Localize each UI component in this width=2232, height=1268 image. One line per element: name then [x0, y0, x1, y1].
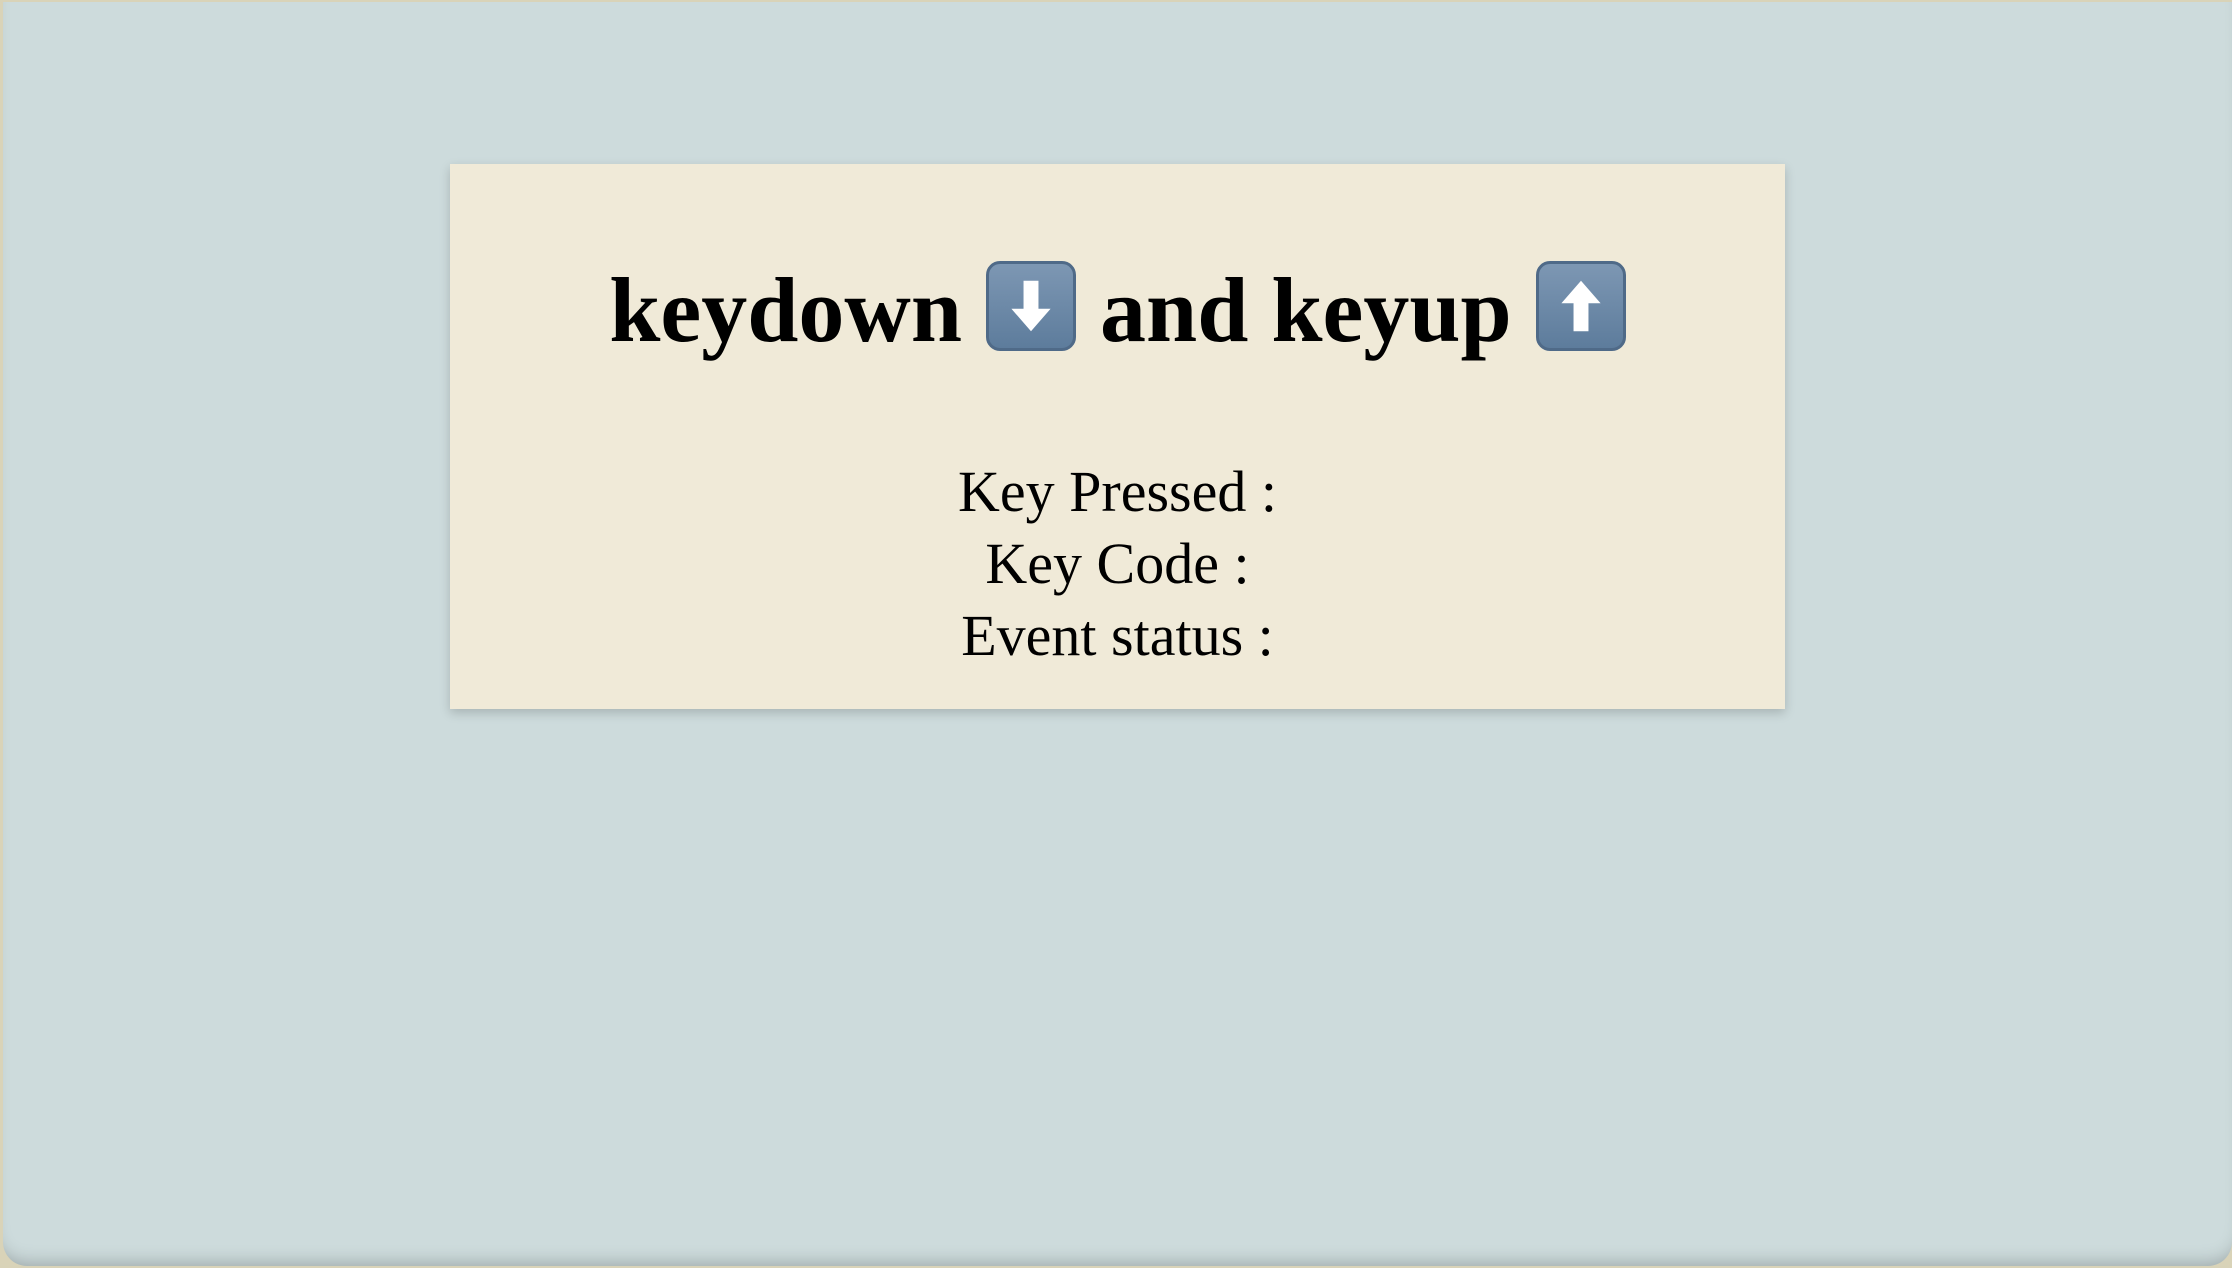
title-keyup-text: and keyup: [1100, 259, 1512, 361]
key-pressed-label: Key Pressed :: [958, 459, 1277, 524]
event-status-row: Event status :: [450, 600, 1785, 672]
down-arrow-key-icon: [986, 261, 1077, 351]
page-viewport: keydown and keyup Key Pressed : Key Code…: [3, 2, 2232, 1266]
key-code-label: Key Code :: [985, 531, 1250, 596]
key-info-panel: Key Pressed : Key Code : Event status :: [450, 456, 1785, 672]
key-code-row: Key Code :: [450, 528, 1785, 600]
event-status-label: Event status :: [961, 603, 1274, 668]
up-arrow-key-icon: [1535, 261, 1626, 351]
key-pressed-row: Key Pressed :: [450, 456, 1785, 528]
page-title: keydown and keyup: [450, 259, 1785, 361]
key-event-card: keydown and keyup Key Pressed : Key Code…: [450, 164, 1785, 709]
title-keydown-text: keydown: [609, 259, 963, 361]
